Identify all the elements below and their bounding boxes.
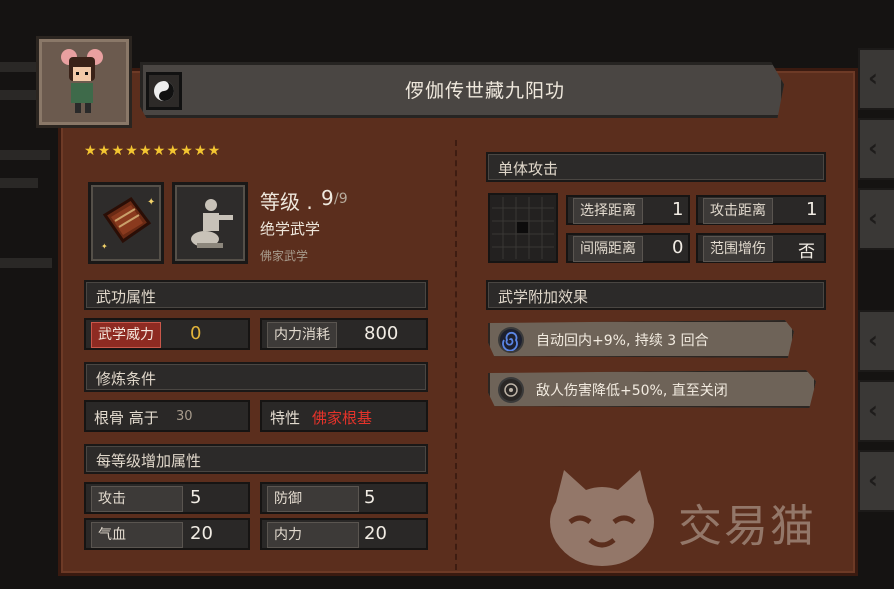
skill-book-icon[interactable]: ✦ ✦	[88, 182, 164, 264]
watermark: 交易猫	[540, 462, 814, 576]
interval-label: 间隔距离	[573, 236, 643, 262]
cost-value: 800	[364, 323, 399, 344]
power-label: 武学威力	[91, 322, 161, 348]
trait-cell: 特性 佛家根基	[260, 400, 428, 432]
effects-header: 武学附加效果	[486, 280, 826, 310]
trait-value: 佛家根基	[312, 409, 373, 427]
side-tab[interactable]: ‹	[858, 188, 894, 250]
bg-stripe	[0, 150, 50, 160]
attack-range-value: 1	[806, 199, 818, 220]
mp-cell: 内力 20	[260, 518, 428, 550]
level-label: 等级 .	[260, 190, 313, 214]
level-value: 9	[321, 186, 334, 210]
bone-label: 根骨 高于	[94, 409, 159, 427]
svg-text:✦: ✦	[101, 242, 108, 251]
skill-rank: 绝学武学	[260, 220, 321, 238]
watermark-text: 交易猫	[678, 501, 816, 552]
character-portrait[interactable]	[36, 36, 132, 128]
star-rating: ★★★★★★★★★★	[84, 143, 222, 159]
attack-range-label: 攻击距离	[703, 198, 773, 224]
effect-text: 自动回内+9%, 持续 3 回合	[536, 333, 709, 349]
svg-text:✦: ✦	[147, 197, 155, 208]
select-range-cell: 选择距离 1	[566, 195, 690, 225]
chevron-icon: ‹	[868, 64, 878, 92]
trait-label: 特性	[270, 409, 301, 427]
side-tab[interactable]: ‹	[858, 48, 894, 110]
side-tab[interactable]: ‹	[858, 380, 894, 442]
chevron-icon: ‹	[868, 326, 878, 354]
target-icon	[500, 379, 522, 401]
aoe-label: 范围增伤	[703, 236, 773, 262]
taiji-icon	[146, 72, 182, 110]
skill-title: 㑩伽传世藏九阳功	[404, 80, 565, 102]
hp-label: 气血	[91, 522, 183, 548]
side-tab[interactable]: ‹	[858, 118, 894, 180]
power-cell: 武学威力 0	[84, 318, 250, 350]
bone-cell: 根骨 高于 30	[84, 400, 250, 432]
per-level-header-label: 每等级增加属性	[96, 452, 202, 470]
martial-pose-icon	[172, 182, 248, 264]
chevron-icon: ‹	[868, 134, 878, 162]
chevron-icon: ‹	[868, 396, 878, 424]
bg-stripe	[0, 90, 40, 100]
bone-value: 30	[176, 409, 193, 424]
defense-label: 防御	[267, 486, 359, 512]
requirements-header-label: 修炼条件	[96, 370, 157, 388]
cost-label: 内力消耗	[267, 322, 337, 348]
power-value: 0	[190, 323, 202, 344]
range-grid	[488, 193, 558, 263]
effect-item: 自动回内+9%, 持续 3 回合	[488, 320, 794, 358]
hp-cell: 气血 20	[84, 518, 250, 550]
chevron-icon: ‹	[868, 204, 878, 232]
column-divider	[455, 140, 457, 570]
attributes-header-label: 武功属性	[96, 288, 157, 306]
interval-value: 0	[672, 237, 684, 258]
effects-header-label: 武学附加效果	[498, 288, 589, 306]
side-tab[interactable]: ‹	[858, 450, 894, 512]
chevron-icon: ‹	[868, 466, 878, 494]
attack-value: 5	[190, 487, 202, 508]
mp-value: 20	[364, 523, 387, 544]
character-sprite-icon	[61, 49, 103, 113]
aoe-value: 否	[798, 242, 815, 262]
attack-label: 攻击	[91, 486, 183, 512]
aoe-cell: 范围增伤 否	[696, 233, 826, 263]
per-level-header: 每等级增加属性	[84, 444, 428, 474]
interval-cell: 间隔距离 0	[566, 233, 690, 263]
hp-value: 20	[190, 523, 213, 544]
bg-stripe	[0, 258, 52, 268]
effect-text: 敌人伤害降低+50%, 直至关闭	[536, 383, 728, 399]
targeting-header: 单体攻击	[486, 152, 826, 182]
spiral-icon	[500, 329, 522, 352]
attributes-header: 武功属性	[84, 280, 428, 310]
level-max: /9	[334, 191, 348, 207]
mp-label: 内力	[267, 522, 359, 548]
bg-stripe	[0, 178, 38, 188]
requirements-header: 修炼条件	[84, 362, 428, 392]
cost-cell: 内力消耗 800	[260, 318, 428, 350]
attack-range-cell: 攻击距离 1	[696, 195, 826, 225]
defense-cell: 防御 5	[260, 482, 428, 514]
defense-value: 5	[364, 487, 376, 508]
skill-school: 佛家武学	[260, 249, 309, 263]
select-range-value: 1	[672, 199, 684, 220]
targeting-header-label: 单体攻击	[498, 160, 559, 178]
attack-cell: 攻击 5	[84, 482, 250, 514]
select-range-label: 选择距离	[573, 198, 643, 224]
cat-logo-icon	[550, 470, 654, 566]
side-tab[interactable]: ‹	[858, 310, 894, 372]
effect-item: 敌人伤害降低+50%, 直至关闭	[488, 370, 816, 408]
